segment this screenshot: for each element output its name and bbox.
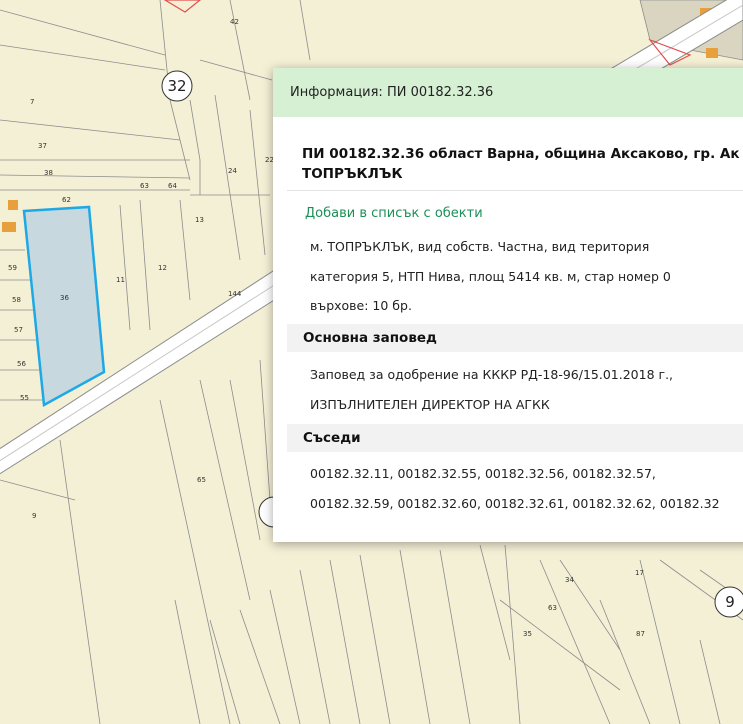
building [8,200,18,210]
selected-parcel-label: 36 [60,294,69,302]
neighbors-section-title: Съседи [303,430,361,446]
parcel-number-label: 13 [195,216,204,224]
parcel-number-label: 144 [228,290,242,298]
add-to-objects-link[interactable]: Добави в списък с обекти [305,206,483,221]
info-popup[interactable]: Информация: ПИ 00182.32.36 ПИ 00182.32.3… [273,68,743,542]
parcel-number-label: 9 [32,512,36,520]
order-section-header: Основна заповед [287,324,743,352]
parcel-number-label: 24 [228,167,237,175]
parcel-number-label: 63 [548,604,557,612]
road-number-label: 32 [167,77,186,95]
road-number-9: 9 [714,586,743,618]
neighbors-section-header: Съседи [287,424,743,452]
parcel-title-line1: ПИ 00182.32.36 област Варна, община Акса… [302,146,740,162]
parcel-number-label: 56 [17,360,26,368]
parcel-number-label: 63 [140,182,149,190]
parcel-number-label: 11 [116,276,125,284]
parcel-title: ПИ 00182.32.36 област Варна, община Акса… [302,144,743,184]
order-line: Заповед за одобрение на КККР РД-18-96/15… [310,367,674,382]
order-line: ИЗПЪЛНИТЕЛЕН ДИРЕКТОР НА АГКК [310,397,550,412]
parcel-number-label: 7 [30,98,34,106]
details-line: категория 5, НТП Нива, площ 5414 кв. м, … [310,269,671,284]
parcel-number-label: 42 [230,18,239,26]
parcel-number-label: 62 [62,196,71,204]
parcel-number-label: 37 [38,142,47,150]
details-line: м. ТОПРЪКЛЪК, вид собств. Частна, вид те… [310,239,650,254]
parcel-number-label: 64 [168,182,177,190]
parcel-number-label: 34 [565,576,574,584]
order-section-title: Основна заповед [303,330,437,346]
building [706,48,718,58]
parcel-number-label: 55 [20,394,29,402]
neighbors-line: 00182.32.11, 00182.32.55, 00182.32.56, 0… [310,466,656,481]
parcel-number-label: 35 [523,630,532,638]
parcel-number-label: 87 [636,630,645,638]
popup-header[interactable]: Информация: ПИ 00182.32.36 [273,68,743,117]
parcel-title-line2: ТОПРЪКЛЪК [302,166,403,182]
building [2,222,16,232]
parcel-number-label: 57 [14,326,23,334]
parcel-number-label: 17 [635,569,644,577]
parcel-number-label: 12 [158,264,167,272]
neighbors-line: 00182.32.59, 00182.32.60, 00182.32.61, 0… [310,496,720,511]
divider [287,190,743,191]
parcel-number-label: 58 [12,296,21,304]
road-number-32: 32 [161,70,193,102]
road-number-label: 9 [725,593,735,611]
parcel-number-label: 38 [44,169,53,177]
parcel-number-label: 59 [8,264,17,272]
details-line: върхове: 10 бр. [310,298,412,313]
parcel-number-label: 65 [197,476,206,484]
